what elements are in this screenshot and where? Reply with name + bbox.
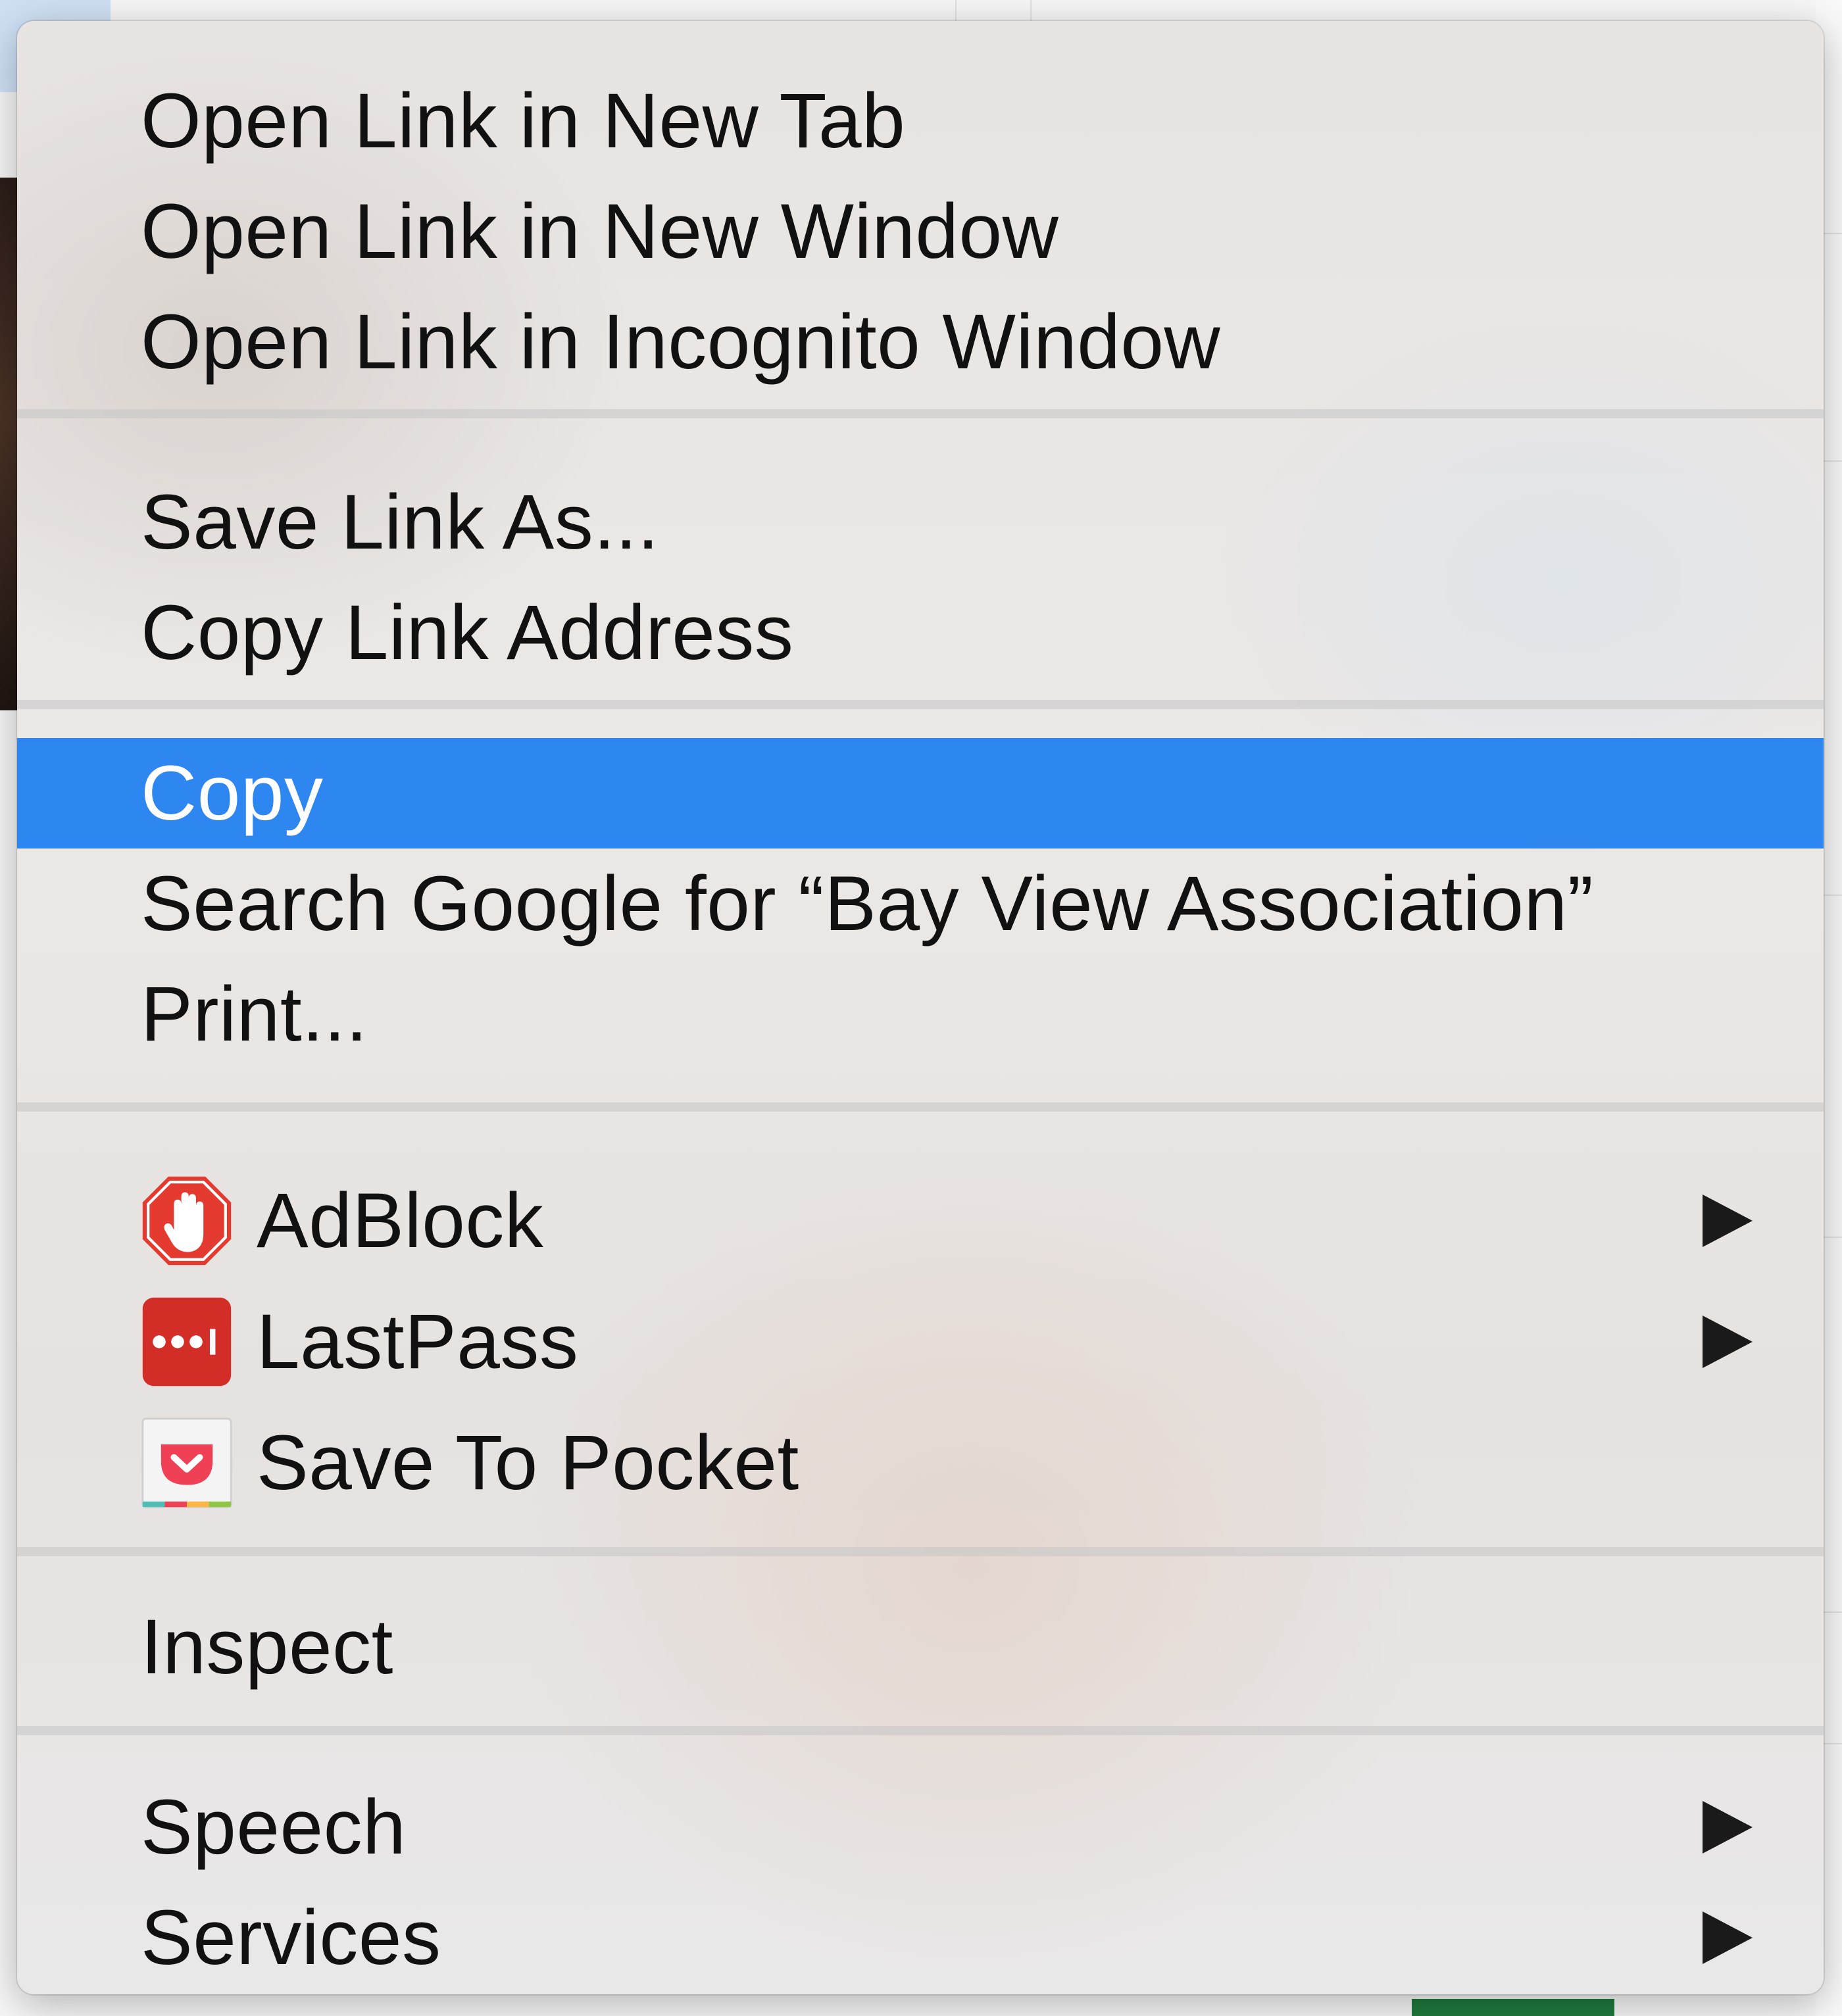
menu-item-speech[interactable]: Speech [17,1772,1824,1882]
background-divider [955,0,957,22]
menu-item-label: Copy Link Address [141,589,794,676]
menu-item-label: Open Link in Incognito Window [141,299,1221,385]
menu-item-label: AdBlock [257,1177,544,1264]
menu-separator [17,409,1824,418]
menu-separator [17,700,1824,709]
menu-item-label: Speech [141,1784,407,1871]
background-divider [1030,0,1032,22]
menu-item-label: LastPass [257,1298,579,1385]
menu-item-open-new-window[interactable]: Open Link in New Window [17,176,1824,287]
menu-item-label: Print... [141,971,368,1058]
background-green-button [1412,1999,1614,2016]
menu-item-label: Open Link in New Window [141,188,1059,275]
menu-item-label: Open Link in New Tab [141,78,906,164]
menu-separator [17,1726,1824,1735]
submenu-arrow-icon [1703,1194,1753,1247]
menu-item-copy-link-address[interactable]: Copy Link Address [17,578,1824,688]
context-menu: Open Link in New Tab Open Link in New Wi… [17,21,1824,1994]
menu-item-print[interactable]: Print... [17,959,1824,1069]
menu-item-lastpass[interactable]: LastPass [17,1287,1824,1397]
menu-item-open-new-tab[interactable]: Open Link in New Tab [17,66,1824,176]
menu-item-save-to-pocket[interactable]: Save To Pocket [17,1408,1824,1518]
menu-separator [17,1102,1824,1112]
adblock-hand-icon [142,1176,232,1266]
menu-item-search-google[interactable]: Search Google for “Bay View Association” [17,848,1824,959]
menu-item-services[interactable]: Services [17,1882,1824,1993]
menu-item-label: Save To Pocket [257,1419,799,1506]
pocket-icon [141,1417,232,1508]
submenu-arrow-icon [1703,1315,1753,1368]
menu-item-adblock[interactable]: AdBlock [17,1166,1824,1276]
menu-item-label: Services [141,1894,441,1981]
menu-item-label: Inspect [141,1604,393,1690]
lastpass-dots-icon [142,1297,232,1387]
menu-separator [17,1547,1824,1556]
menu-item-inspect[interactable]: Inspect [17,1592,1824,1702]
menu-item-open-incognito[interactable]: Open Link in Incognito Window [17,287,1824,397]
submenu-arrow-icon [1703,1801,1753,1854]
menu-item-copy[interactable]: Copy [17,738,1824,848]
menu-item-save-link-as[interactable]: Save Link As... [17,467,1824,578]
menu-item-label: Copy [141,750,324,837]
menu-item-label: Save Link As... [141,479,660,566]
submenu-arrow-icon [1703,1911,1753,1964]
menu-item-label: Search Google for “Bay View Association” [141,860,1594,947]
